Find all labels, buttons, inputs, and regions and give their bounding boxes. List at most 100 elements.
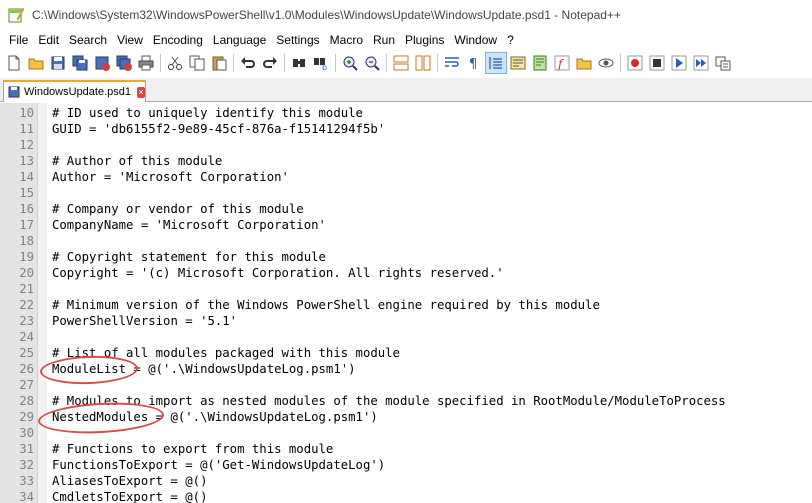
cut-icon[interactable]	[164, 52, 186, 74]
file-saved-icon	[8, 86, 20, 98]
code-line: 13 # Author of this module	[0, 153, 812, 169]
code-line: 29 NestedModules = @('.\WindowsUpdateLog.…	[0, 409, 812, 425]
line-text: FunctionsToExport = @('Get-WindowsUpdate…	[52, 458, 386, 472]
toolbar-separator	[335, 54, 336, 72]
tab-windowsupdate-psd1[interactable]: WindowsUpdate.psd1 ×	[3, 80, 146, 102]
line-number: 26	[19, 362, 34, 376]
stop-macro-icon[interactable]	[646, 52, 668, 74]
line-text: # Author of this module	[52, 154, 223, 168]
menu-file[interactable]: File	[4, 30, 33, 50]
code-line: 34 CmdletsToExport = @()	[0, 489, 812, 503]
code-line: 31 # Functions to export from this module	[0, 441, 812, 457]
line-text: # Modules to import as nested modules of…	[52, 394, 726, 408]
code-line: 23 PowerShellVersion = '5.1'	[0, 313, 812, 329]
line-number: 14	[19, 170, 34, 184]
toolbar-separator	[160, 54, 161, 72]
menu-macro[interactable]: Macro	[325, 30, 368, 50]
code-line: 26 ModuleList = @('.\WindowsUpdateLog.psm…	[0, 361, 812, 377]
code-line: 18	[0, 233, 812, 249]
folder-workspace-icon[interactable]	[573, 52, 595, 74]
zoom-in-icon[interactable]	[339, 52, 361, 74]
menu-run[interactable]: Run	[368, 30, 400, 50]
record-macro-icon[interactable]	[624, 52, 646, 74]
line-number: 29	[19, 410, 34, 424]
menu-view[interactable]: View	[112, 30, 148, 50]
zoom-out-icon[interactable]	[361, 52, 383, 74]
line-text: CompanyName = 'Microsoft Corporation'	[52, 218, 326, 232]
menu-search[interactable]: Search	[64, 30, 112, 50]
line-number: 21	[19, 282, 34, 296]
save-icon[interactable]	[47, 52, 69, 74]
indent-guide-icon[interactable]	[485, 52, 507, 74]
toolbar-separator	[386, 54, 387, 72]
menu-edit[interactable]: Edit	[33, 30, 64, 50]
line-number: 22	[19, 298, 34, 312]
menu-encoding[interactable]: Encoding	[148, 30, 208, 50]
show-all-chars-icon[interactable]: ¶	[463, 52, 485, 74]
new-file-icon[interactable]	[3, 52, 25, 74]
function-list-icon[interactable]: f	[551, 52, 573, 74]
menu-help[interactable]: ?	[502, 30, 519, 50]
replace-icon[interactable]: b	[310, 52, 332, 74]
print-icon[interactable]	[135, 52, 157, 74]
run-macro-multiple-icon[interactable]	[690, 52, 712, 74]
sync-vertical-icon[interactable]	[390, 52, 412, 74]
line-text: # Company or vendor of this module	[52, 202, 304, 216]
line-text: # ID used to uniquely identify this modu…	[52, 106, 363, 120]
line-text: # Functions to export from this module	[52, 442, 334, 456]
tab-bar: WindowsUpdate.psd1 ×	[0, 78, 812, 102]
line-number: 30	[19, 426, 34, 440]
code-editor[interactable]: 10 # ID used to uniquely identify this mo…	[0, 103, 812, 503]
code-line: 12	[0, 137, 812, 153]
find-icon[interactable]	[288, 52, 310, 74]
sync-horizontal-icon[interactable]	[412, 52, 434, 74]
line-number: 16	[19, 202, 34, 216]
line-number: 23	[19, 314, 34, 328]
menu-bar: File Edit Search View Encoding Language …	[0, 30, 812, 50]
open-file-icon[interactable]	[25, 52, 47, 74]
undo-icon[interactable]	[237, 52, 259, 74]
doc-map-icon[interactable]	[529, 52, 551, 74]
word-wrap-icon[interactable]	[441, 52, 463, 74]
menu-settings[interactable]: Settings	[271, 30, 324, 50]
line-number: 24	[19, 330, 34, 344]
line-number: 27	[19, 378, 34, 392]
play-macro-icon[interactable]	[668, 52, 690, 74]
code-line: 33 AliasesToExport = @()	[0, 473, 812, 489]
code-line: 16 # Company or vendor of this module	[0, 201, 812, 217]
notepad-plus-plus-icon	[8, 7, 25, 23]
menu-plugins[interactable]: Plugins	[400, 30, 449, 50]
close-icon[interactable]	[91, 52, 113, 74]
udl-icon[interactable]	[507, 52, 529, 74]
code-line: 21	[0, 281, 812, 297]
code-line: 17 CompanyName = 'Microsoft Corporation'	[0, 217, 812, 233]
copy-icon[interactable]	[186, 52, 208, 74]
line-number: 19	[19, 250, 34, 264]
paste-icon[interactable]	[208, 52, 230, 74]
toolbar: b ¶ f	[0, 50, 812, 76]
line-number: 10	[19, 106, 34, 120]
toolbar-separator	[620, 54, 621, 72]
save-macro-icon[interactable]	[712, 52, 734, 74]
code-line: 25 # List of all modules packaged with th…	[0, 345, 812, 361]
close-all-icon[interactable]	[113, 52, 135, 74]
save-all-icon[interactable]	[69, 52, 91, 74]
toolbar-separator	[437, 54, 438, 72]
line-number: 18	[19, 234, 34, 248]
line-number: 11	[19, 122, 34, 136]
tab-close-icon[interactable]: ×	[137, 86, 145, 98]
line-text: # Minimum version of the Windows PowerSh…	[52, 298, 600, 312]
line-text: # List of all modules packaged with this…	[52, 346, 400, 360]
menu-window[interactable]: Window	[449, 30, 502, 50]
redo-icon[interactable]	[259, 52, 281, 74]
code-line: 11 GUID = 'db6155f2-9e89-45cf-876a-f15141…	[0, 121, 812, 137]
line-text: ModuleList = @('.\WindowsUpdateLog.psm1'…	[52, 362, 356, 376]
menu-language[interactable]: Language	[208, 30, 271, 50]
code-line: 10 # ID used to uniquely identify this mo…	[0, 105, 812, 121]
line-text: GUID = 'db6155f2-9e89-45cf-876a-f1514129…	[52, 122, 386, 136]
line-text: Author = 'Microsoft Corporation'	[52, 170, 289, 184]
line-number: 31	[19, 442, 34, 456]
code-line: 27	[0, 377, 812, 393]
monitoring-icon[interactable]	[595, 52, 617, 74]
title-bar: C:\Windows\System32\WindowsPowerShell\v1…	[0, 0, 812, 30]
